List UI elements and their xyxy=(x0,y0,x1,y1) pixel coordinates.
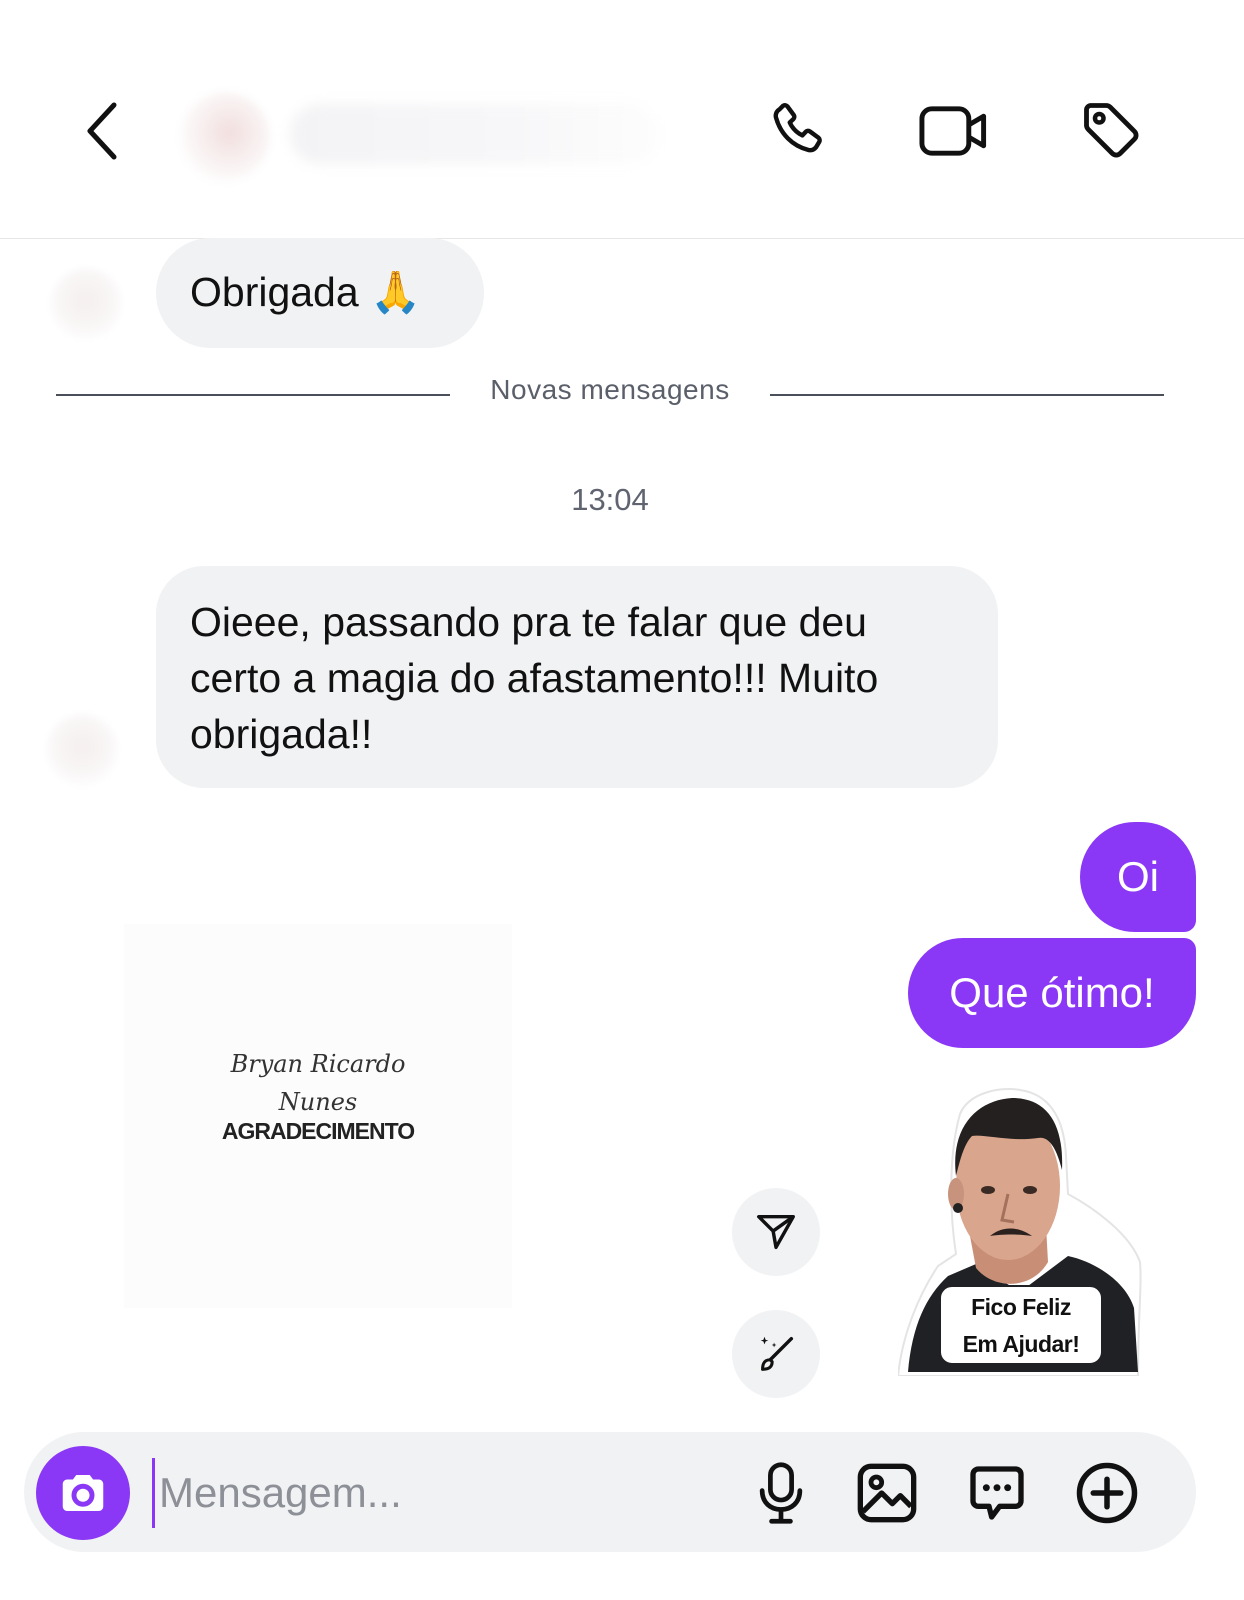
send-icon xyxy=(757,1214,795,1250)
card-title: AGRADECIMENTO xyxy=(221,1118,415,1144)
divider-line-right xyxy=(770,394,1164,396)
sticker-caption-line2: Em Ajudar! xyxy=(962,1331,1080,1357)
sticker-caption-line1: Fico Feliz xyxy=(971,1294,1071,1320)
message-text: Oi xyxy=(1117,853,1159,900)
contact-name[interactable] xyxy=(290,104,660,164)
voice-message-button[interactable] xyxy=(746,1458,816,1528)
message-text: Oieee, passando pra te falar que deu cer… xyxy=(190,599,879,757)
back-icon xyxy=(87,102,117,160)
plus-icon xyxy=(1076,1462,1138,1524)
sticker-button[interactable] xyxy=(962,1458,1032,1528)
card-name-line2: Nunes xyxy=(278,1088,358,1116)
back-button[interactable] xyxy=(72,96,132,166)
call-button[interactable] xyxy=(760,96,836,166)
divider-line-left xyxy=(56,394,450,396)
message-timestamp: 13:04 xyxy=(571,482,649,517)
new-messages-label: Novas mensagens xyxy=(490,374,730,405)
camera-button[interactable] xyxy=(36,1446,130,1540)
gallery-button[interactable] xyxy=(852,1458,922,1528)
magic-brush-icon xyxy=(760,1336,794,1371)
more-options-button[interactable] xyxy=(1072,1458,1142,1528)
microphone-icon xyxy=(759,1462,803,1524)
contact-avatar[interactable] xyxy=(180,92,270,182)
incoming-message[interactable]: Obrigada 🙏 xyxy=(156,238,484,348)
outgoing-message[interactable]: Oi xyxy=(1080,822,1196,932)
camera-icon xyxy=(62,1475,104,1511)
sender-avatar[interactable] xyxy=(50,268,122,340)
message-text: Obrigada 🙏 xyxy=(190,269,422,315)
sticker-chat-icon xyxy=(970,1466,1024,1520)
message-input[interactable] xyxy=(152,1458,712,1528)
message-text: Que ótimo! xyxy=(949,969,1155,1016)
gallery-icon xyxy=(857,1463,917,1523)
video-icon xyxy=(919,106,987,156)
sticker-image[interactable]: Fico Feliz Em Ajudar! xyxy=(896,1086,1142,1377)
incoming-message[interactable]: Oieee, passando pra te falar que deu cer… xyxy=(156,566,998,788)
ai-edit-button[interactable] xyxy=(732,1310,820,1398)
sender-avatar[interactable] xyxy=(46,714,118,786)
video-call-button[interactable] xyxy=(914,96,994,166)
chat-header xyxy=(0,0,1244,239)
tag-button[interactable] xyxy=(1074,96,1150,166)
share-button[interactable] xyxy=(732,1188,820,1276)
outgoing-message[interactable]: Que ótimo! xyxy=(908,938,1196,1048)
shared-image-card[interactable]: Bryan Ricardo Nunes AGRADECIMENTO xyxy=(124,924,512,1308)
card-name-line1: Bryan Ricardo xyxy=(230,1050,406,1078)
phone-icon xyxy=(773,103,822,153)
tag-icon xyxy=(1084,103,1139,158)
